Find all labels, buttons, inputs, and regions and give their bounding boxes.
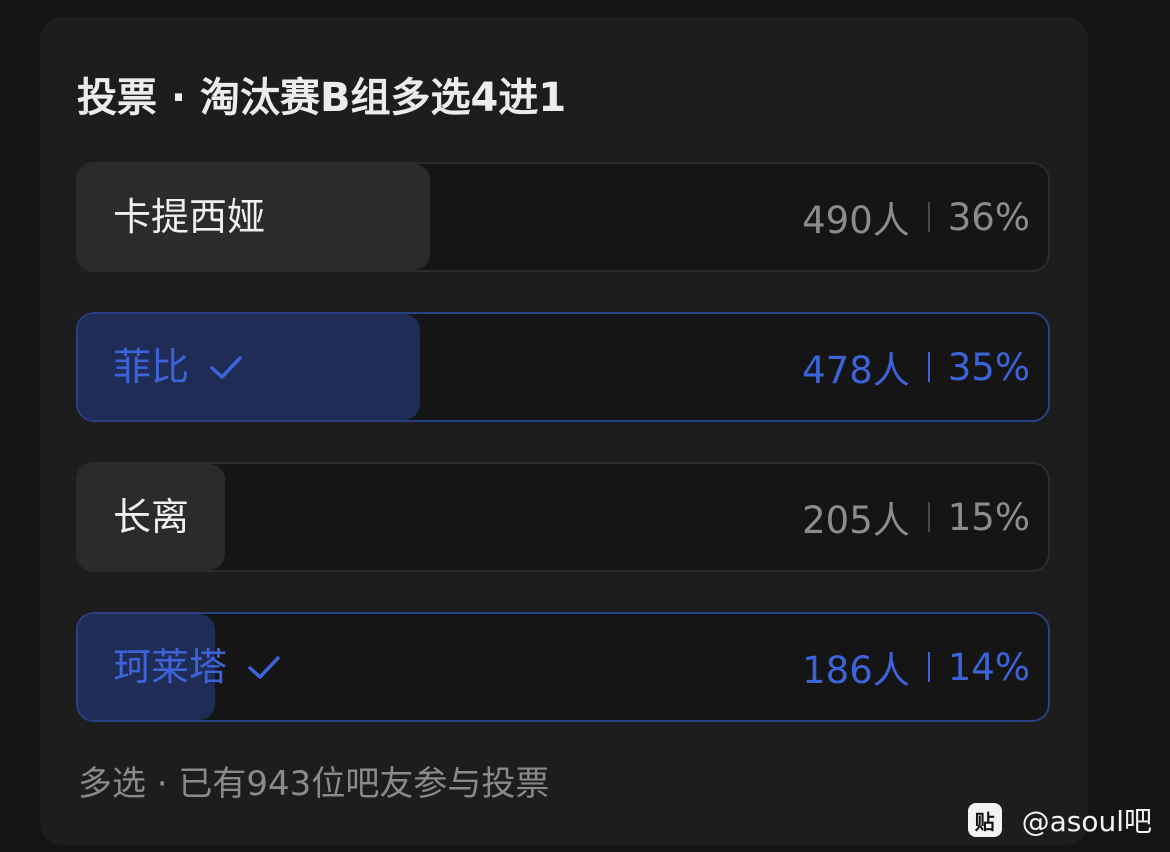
option-label: 卡提西娅 [113,164,265,270]
vote-percent: 15% [947,495,1030,539]
option-name: 卡提西娅 [113,195,266,239]
poll-title: 投票 · 淘汰赛B组多选4进1 [77,75,567,121]
poll-option[interactable]: 长离 205人 15% [76,462,1050,572]
watermark: 贴 @asoul吧 [967,800,1152,840]
stats-divider [927,502,930,532]
tieba-logo-icon: 贴 [967,803,1002,837]
vote-percent: 14% [947,645,1030,689]
vote-count: 205人 [802,499,910,542]
stats-divider [927,652,930,682]
poll-option[interactable]: 卡提西娅 490人 36% [76,162,1050,272]
vote-percent: 35% [947,345,1030,389]
vote-count: 478人 [802,349,910,392]
poll-option[interactable]: 菲比 478人 35% [76,312,1050,422]
option-name: 珂莱塔 [113,645,228,689]
option-stats: 478人 35% [802,314,1030,420]
poll-option[interactable]: 珂莱塔 186人 14% [76,612,1050,722]
watermark-text: @asoul吧 [1021,805,1152,838]
check-icon [207,348,245,386]
option-stats: 490人 36% [802,164,1030,270]
option-label: 珂莱塔 [113,614,283,720]
stats-divider [927,202,930,232]
vote-count: 490人 [802,199,910,242]
option-stats: 186人 14% [802,614,1030,720]
stats-divider [927,352,930,382]
option-stats: 205人 15% [802,464,1030,570]
vote-percent: 36% [947,195,1030,239]
option-label: 菲比 [113,314,245,420]
vote-count: 186人 [802,649,910,692]
option-name: 长离 [113,495,190,539]
check-icon [245,648,283,686]
option-label: 长离 [113,464,189,570]
poll-footer-note: 多选 · 已有943位吧友参与投票 [78,764,550,804]
option-name: 菲比 [113,345,190,389]
